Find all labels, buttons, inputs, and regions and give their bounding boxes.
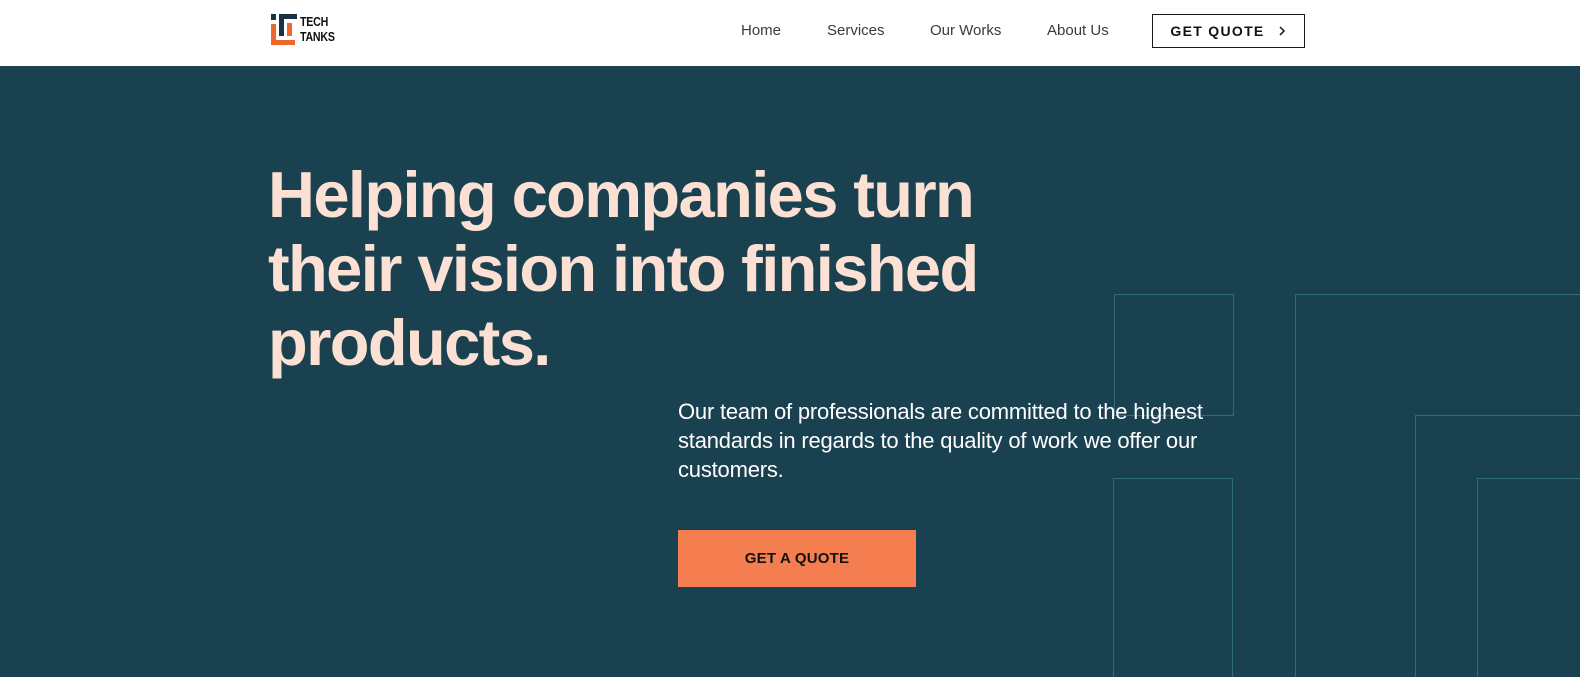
logo-wordmark: TECH TANKS [300,14,335,44]
logo-mark-icon [271,14,297,45]
decorative-outline-box [1113,478,1233,677]
get-a-quote-label: GET A QUOTE [744,550,850,567]
nav-home[interactable]: Home [741,22,781,39]
get-quote-label: GET QUOTE [1170,23,1265,39]
logo-line-tanks: TANKS [300,29,335,44]
get-a-quote-button[interactable]: GET A QUOTE [678,530,916,587]
logo-line-tech: TECH [300,14,329,29]
nav-about-us[interactable]: About Us [1047,22,1109,39]
get-quote-button[interactable]: GET QUOTE [1152,14,1305,48]
brand-logo[interactable]: TECH TANKS [271,13,341,47]
site-header: TECH TANKS Home Services Our Works About… [0,0,1580,66]
nav-our-works[interactable]: Our Works [930,22,1001,39]
nav-services[interactable]: Services [827,22,885,39]
hero-description: Our team of professionals are committed … [678,399,1203,482]
chevron-right-icon [1279,26,1285,36]
hero-title: Helping companies turn their vision into… [268,158,979,379]
decorative-outline-box [1477,478,1580,677]
hero-section: Helping companies turn their vision into… [0,66,1580,677]
